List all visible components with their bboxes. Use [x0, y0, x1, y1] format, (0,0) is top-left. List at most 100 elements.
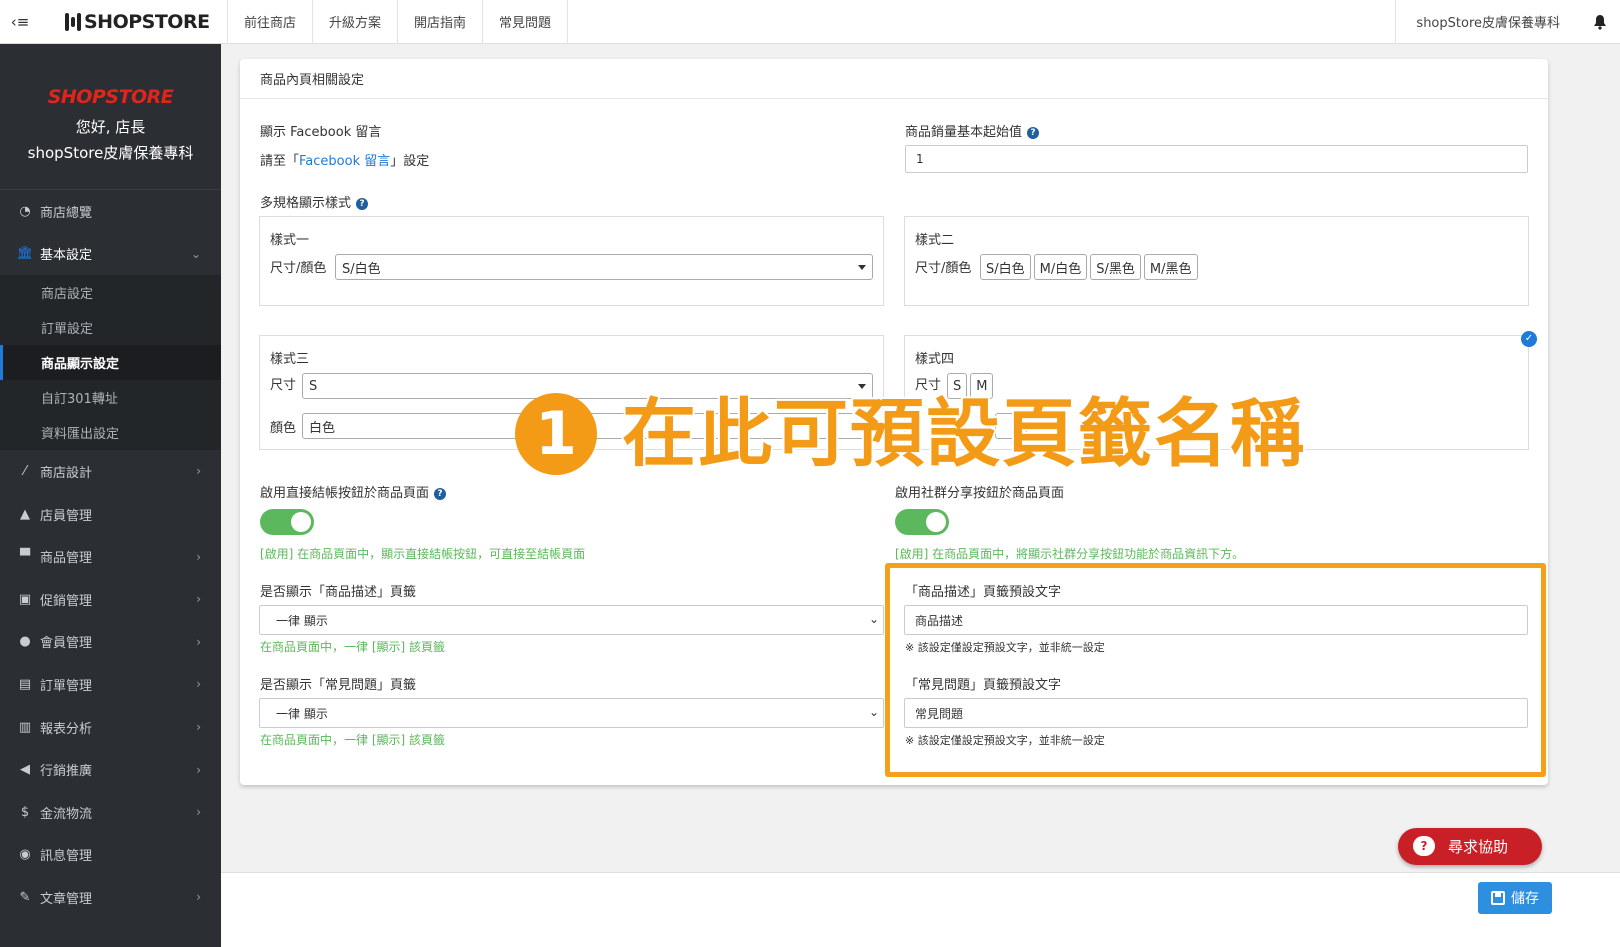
nav-store-guide[interactable]: 開店指南	[398, 0, 484, 44]
sidebar-subitem-order-settings[interactable]: 訂單設定	[0, 310, 221, 345]
style-two-chip[interactable]: M/白色	[1033, 254, 1088, 280]
direct-checkout-toggle[interactable]	[260, 509, 314, 535]
style-two-chip[interactable]: S/黑色	[1090, 254, 1141, 280]
sidebar-item-marketing[interactable]: ◀ 行銷推廣 ›	[0, 748, 221, 791]
caret-down-icon	[858, 265, 866, 270]
sidebar-logo: SHOPSTORE	[47, 86, 174, 108]
annotation-caption: 在此可預設頁籤名稱	[620, 390, 1306, 478]
sidebar-item-label: 商品管理	[40, 551, 93, 567]
sidebar-item-basic-settings[interactable]: 🏛 基本設定 ⌄	[0, 233, 221, 276]
chevron-right-icon: ›	[196, 762, 201, 777]
style-three-size-label: 尺寸	[270, 378, 297, 393]
help-chat-icon: ?	[1413, 836, 1435, 856]
chevron-down-icon: ⌄	[868, 612, 879, 626]
chevron-right-icon: ›	[196, 634, 201, 649]
clerk-icon: ▲	[20, 506, 30, 522]
fb-note-prefix: 請至「	[260, 154, 300, 169]
bell-icon[interactable]	[1580, 14, 1620, 30]
logo-text: SHOPSTORE	[84, 10, 210, 33]
sidebar-item-label: 商店設計	[40, 465, 93, 481]
sidebar-item-label: 報表分析	[40, 721, 93, 737]
style-three-title: 樣式三	[270, 352, 310, 367]
sidebar-item-messages[interactable]: ◉ 訊息管理	[0, 834, 221, 877]
social-share-label: 啟用社群分享按鈕於商品頁面	[895, 486, 1065, 501]
cart-icon: ▀	[20, 549, 30, 565]
sales-base-label-text: 商品銷量基本起始值	[905, 125, 1023, 140]
edit-icon: ✎	[19, 889, 31, 905]
save-button[interactable]: 儲存	[1478, 882, 1552, 914]
sidebar-item-staff[interactable]: ▲ 店員管理	[0, 493, 221, 536]
brand-logo[interactable]: SHOPSTORE	[40, 0, 228, 44]
sidebar-subitem-301-redirect[interactable]: 自訂301轉址	[0, 380, 221, 415]
sidebar-item-store-design[interactable]: ⁄ 商店設計 ›	[0, 450, 221, 493]
style-two-title: 樣式二	[915, 233, 955, 248]
nav-go-to-store[interactable]: 前往商店	[228, 0, 314, 44]
sidebar-submenu: 商店設定 訂單設定 商品顯示設定 自訂301轉址 資料匯出設定	[0, 275, 221, 451]
style-two-card[interactable]: 樣式二 尺寸/顏色 S/白色 M/白色 S/黑色 M/黑色	[904, 216, 1529, 306]
nav-faq[interactable]: 常見問題	[483, 0, 569, 44]
help-button[interactable]: ? 尋求協助	[1398, 828, 1542, 865]
sidebar-item-articles[interactable]: ✎ 文章管理 ›	[0, 876, 221, 919]
sales-base-label: 商品銷量基本起始值?	[905, 121, 1040, 140]
style-two-chip[interactable]: M/黑色	[1143, 254, 1198, 280]
style-two-chips: S/白色 M/白色 S/黑色 M/黑色	[980, 254, 1201, 280]
sidebar-item-label: 基本設定	[40, 248, 93, 264]
style-three-color-value: 白色	[309, 420, 336, 436]
desc-tab-display-select[interactable]: 一律 顯示 ⌄	[259, 605, 884, 635]
gift-icon: ▣	[18, 591, 32, 607]
sidebar-item-label: 金流物流	[40, 806, 93, 822]
sidebar-item-label: 促銷管理	[40, 593, 93, 609]
sidebar-item-promotions[interactable]: ▣ 促銷管理 ›	[0, 578, 221, 621]
style-three-size-value: S	[309, 378, 318, 394]
faq-tab-display-label: 是否顯示「常見問題」頁籤	[260, 678, 417, 693]
megaphone-icon: ◀	[20, 762, 30, 778]
faq-tab-display-select[interactable]: 一律 顯示 ⌄	[259, 698, 884, 728]
chevron-right-icon: ›	[196, 805, 201, 820]
help-icon[interactable]: ?	[1027, 127, 1040, 139]
toggle-knob	[291, 512, 311, 532]
users-icon: ●	[19, 634, 31, 650]
sidebar-item-label: 行銷推廣	[40, 764, 93, 780]
style-one-row-label: 尺寸/顏色	[270, 261, 327, 276]
page-scrollbar[interactable]	[1608, 44, 1620, 872]
style-one-select-value: S/白色	[342, 261, 381, 277]
sidebar-subitem-data-export[interactable]: 資料匯出設定	[0, 415, 221, 450]
dashboard-icon: ◔	[19, 203, 31, 219]
direct-checkout-label-text: 啟用直接結帳按鈕於商品頁面	[260, 486, 430, 501]
chevron-right-icon: ›	[196, 890, 201, 905]
sidebar-subitem-product-display[interactable]: 商品顯示設定	[0, 345, 221, 381]
fb-note-suffix: 」設定	[390, 154, 430, 169]
chevron-down-icon: ⌄	[868, 705, 879, 719]
sidebar-item-label: 訊息管理	[40, 849, 93, 865]
sidebar-subitem-store-settings[interactable]: 商店設定	[0, 275, 221, 310]
chevron-down-icon: ⌄	[190, 246, 201, 261]
nav-upgrade-plan[interactable]: 升級方案	[313, 0, 399, 44]
style-one-card[interactable]: 樣式一 尺寸/顏色 S/白色	[259, 216, 884, 306]
menu-toggle-icon[interactable]: ‹≡	[0, 0, 40, 44]
direct-checkout-hint: [啟用] 在商品頁面中，顯示直接結帳按鈕，可直接至結帳頁面	[260, 547, 586, 561]
facebook-comments-link[interactable]: Facebook 留言	[299, 154, 390, 169]
help-icon[interactable]: ?	[356, 198, 369, 210]
sales-base-input[interactable]: 1	[905, 145, 1528, 173]
sidebar-item-reports[interactable]: ▥ 報表分析 ›	[0, 706, 221, 749]
orders-icon: ▤	[18, 676, 32, 692]
style-two-chip[interactable]: S/白色	[980, 254, 1031, 280]
sidebar-item-members[interactable]: ● 會員管理 ›	[0, 621, 221, 664]
direct-checkout-label: 啟用直接結帳按鈕於商品頁面?	[260, 482, 447, 501]
wand-icon: ⁄	[23, 463, 27, 479]
social-share-toggle[interactable]	[895, 509, 949, 535]
style-one-select[interactable]: S/白色	[335, 254, 873, 280]
greeting: 您好, 店長	[75, 118, 146, 136]
sidebar-item-payment-logistics[interactable]: $ 金流物流 ›	[0, 791, 221, 834]
help-icon[interactable]: ?	[434, 488, 447, 500]
facebook-comments-note: 請至「Facebook 留言」設定	[260, 150, 429, 169]
desc-tab-display-label: 是否顯示「商品描述」頁籤	[260, 585, 417, 600]
sidebar-item-products[interactable]: ▀ 商品管理 ›	[0, 535, 221, 578]
annotation-highlight-box	[885, 563, 1546, 777]
chart-icon: ▥	[18, 719, 32, 735]
shop-name-menu[interactable]: shopStore皮膚保養專科	[1395, 0, 1580, 44]
sidebar-item-orders[interactable]: ▤ 訂單管理 ›	[0, 663, 221, 706]
multi-spec-style-label: 多規格顯示樣式?	[260, 192, 369, 211]
sidebar-item-dashboard[interactable]: ◔ 商店總覽	[0, 190, 221, 233]
save-button-label: 儲存	[1511, 891, 1539, 907]
